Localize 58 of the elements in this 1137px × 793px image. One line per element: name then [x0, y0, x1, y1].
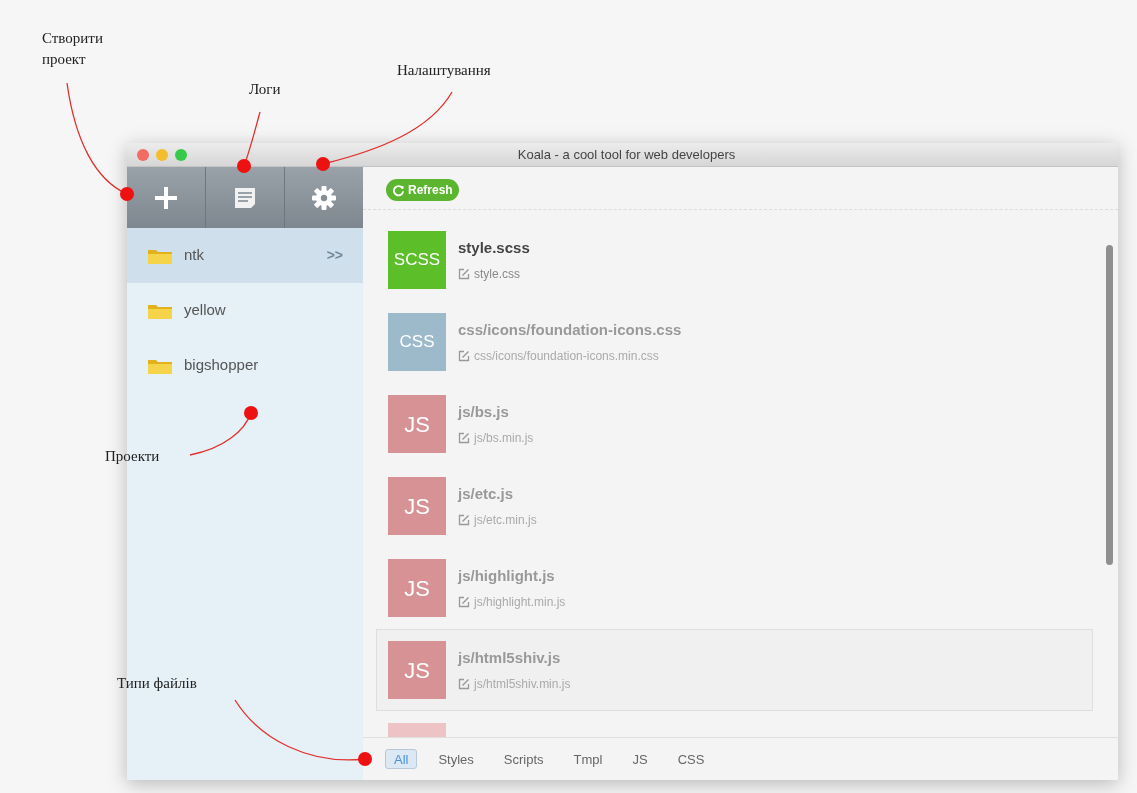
- project-item[interactable]: bigshopper: [127, 338, 363, 393]
- file-name: css/icons/foundation-icons.css: [458, 319, 682, 340]
- project-name: bigshopper: [184, 355, 260, 376]
- open-arrow: >>: [326, 246, 343, 265]
- edit-icon: [458, 350, 470, 363]
- close-button[interactable]: [137, 148, 149, 161]
- zoom-button[interactable]: [175, 148, 187, 161]
- project-name: ntk: [184, 245, 205, 266]
- edit-icon: [458, 678, 470, 691]
- edit-icon: [458, 596, 470, 609]
- edit-icon: [458, 514, 470, 527]
- marker-dot: [358, 752, 372, 766]
- file-row[interactable]: SCSS style.scss style.css: [376, 219, 1093, 301]
- output-file-name: js/bs.min.js: [474, 430, 534, 448]
- annotation-label: Налаштування: [397, 61, 491, 80]
- filter-tab[interactable]: Styles: [429, 749, 483, 769]
- annotation-label: Проекти: [105, 447, 160, 466]
- scrollbar[interactable]: [1106, 245, 1113, 565]
- output-file-name: js/highlight.min.js: [474, 594, 566, 612]
- output-file-name: js/html5shiv.min.js: [474, 676, 571, 694]
- marker-dot: [237, 159, 251, 173]
- filter-tab[interactable]: Tmpl: [564, 749, 612, 769]
- plus-icon: [153, 184, 179, 211]
- annotation-label: Створити проект: [42, 29, 104, 69]
- marker-dot: [244, 406, 258, 420]
- window-title: Koala - a cool tool for web developers: [517, 145, 736, 164]
- gear-icon: [311, 184, 337, 211]
- annotation-label: Типи файлів: [117, 674, 197, 693]
- file-type-tile: JS: [388, 477, 446, 535]
- document-icon: [233, 185, 257, 210]
- project-item[interactable]: ntk >>: [127, 228, 363, 283]
- project-name: yellow: [184, 300, 227, 321]
- filter-tab[interactable]: JS: [623, 749, 657, 769]
- filter-tab[interactable]: CSS: [668, 749, 714, 769]
- file-name: js/etc.js: [458, 483, 515, 504]
- filter-tab[interactable]: Scripts: [494, 749, 553, 769]
- file-name: js/html5shiv.js: [458, 647, 562, 668]
- marker-dot: [316, 157, 330, 171]
- marker-dot: [120, 187, 134, 201]
- file-name: js/highlight.js: [458, 565, 556, 586]
- output-file-name: css/icons/foundation-icons.min.css: [474, 348, 659, 366]
- edit-icon: [458, 432, 470, 445]
- file-type-tile: SCSS: [388, 231, 446, 289]
- file-name: style.scss: [458, 237, 530, 258]
- filter-tab[interactable]: All: [385, 749, 418, 769]
- file-type-tile: JS: [388, 395, 446, 453]
- edit-icon: [458, 268, 470, 281]
- file-name: js/bs.js: [458, 401, 510, 422]
- file-type-tile: JS: [388, 641, 446, 699]
- project-item[interactable]: yellow: [127, 283, 363, 338]
- output-file-name: js/etc.min.js: [474, 512, 537, 530]
- file-type-tile: JS: [388, 559, 446, 617]
- output-file-name: style.css: [474, 266, 520, 284]
- annotation-label: Логи: [249, 80, 281, 99]
- partial-file-tile: [388, 723, 446, 737]
- minimize-button[interactable]: [156, 148, 168, 161]
- refresh-icon: [392, 183, 405, 197]
- file-type-tile: CSS: [388, 313, 446, 371]
